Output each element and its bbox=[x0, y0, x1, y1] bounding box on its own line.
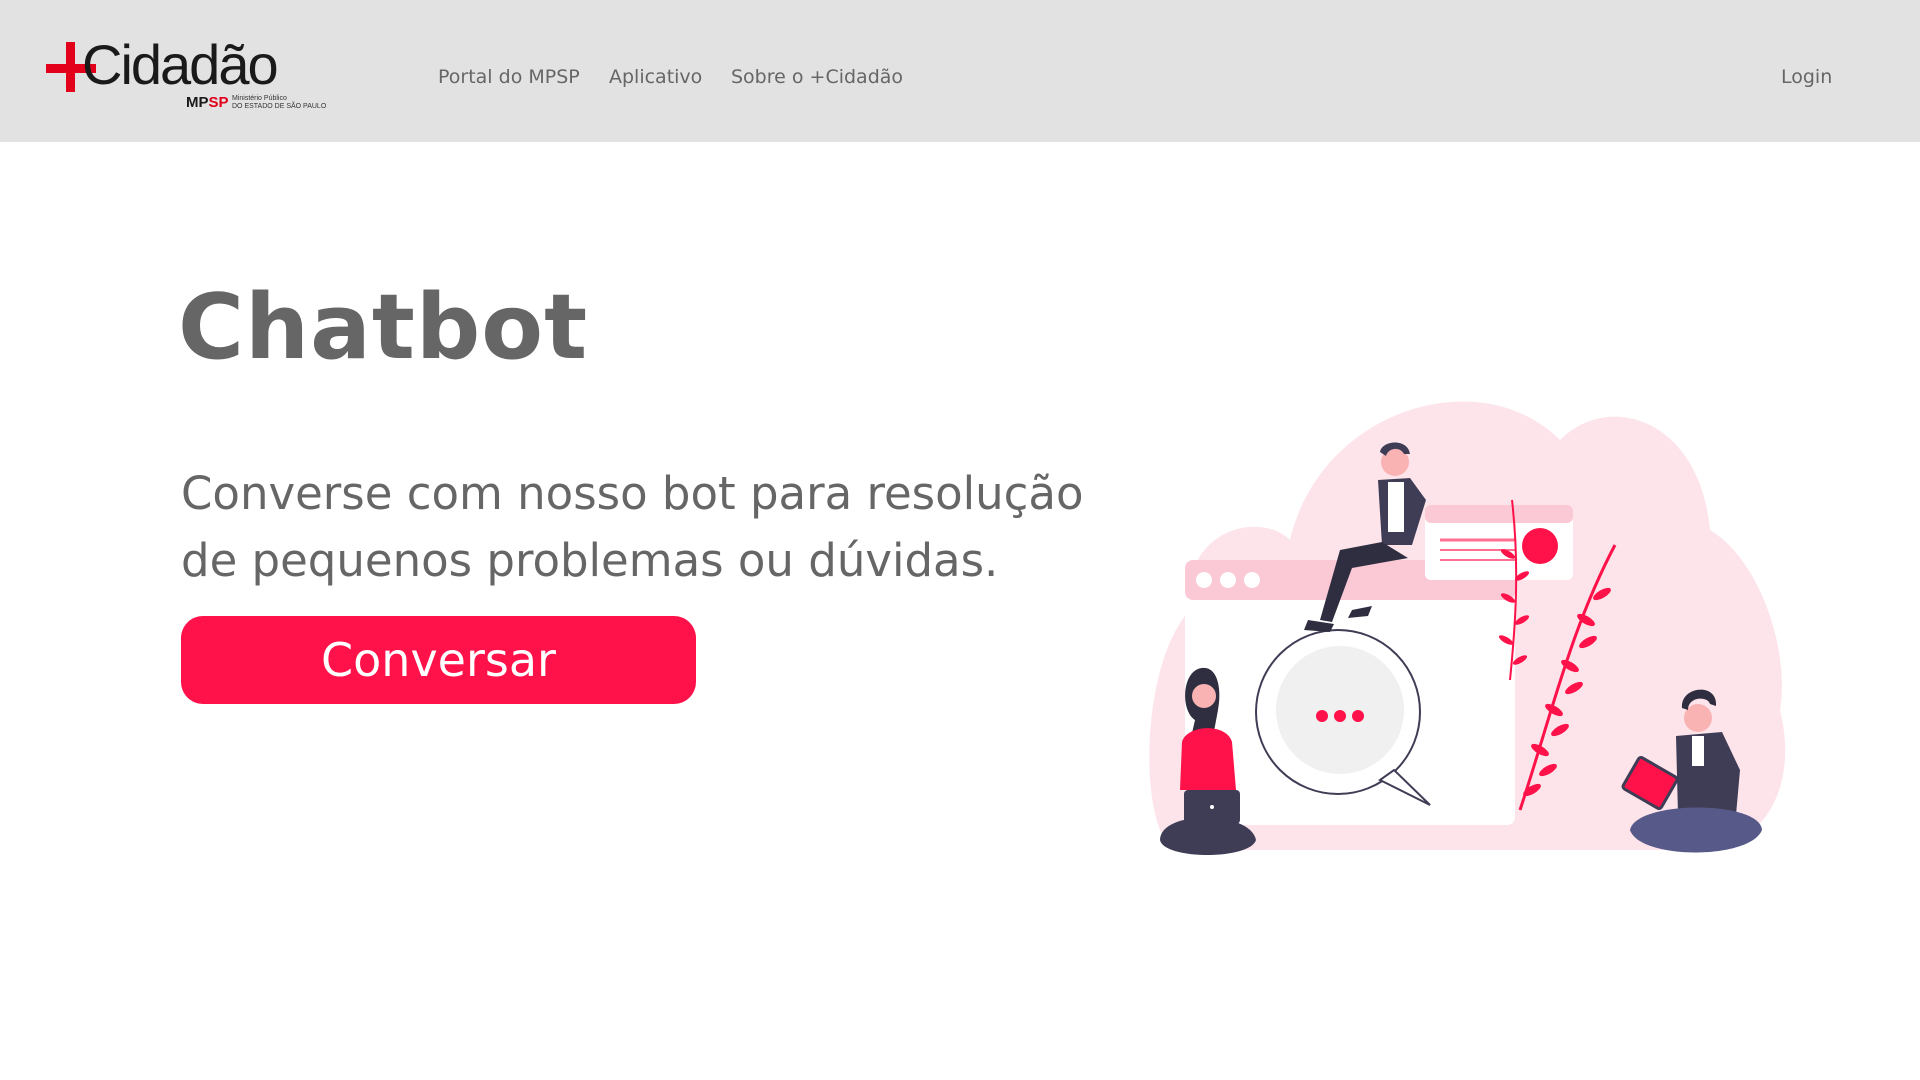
logo-subtitle: Ministério Público DO ESTADO DE SÃO PAUL… bbox=[232, 95, 326, 111]
cidadao-logo[interactable]: Cidadão MPSP Ministério Público DO ESTAD… bbox=[46, 33, 326, 118]
page-title: Chatbot bbox=[178, 275, 589, 380]
logo-mp: MP bbox=[186, 94, 209, 111]
logo-mpsp: MPSP bbox=[186, 94, 229, 111]
notification-card-icon bbox=[1425, 505, 1573, 580]
nav-link-portal-mpsp[interactable]: Portal do MPSP bbox=[438, 66, 580, 88]
logo-subtitle-line2: DO ESTADO DE SÃO PAULO bbox=[232, 103, 327, 110]
top-navigation-bar: Cidadão MPSP Ministério Público DO ESTAD… bbox=[0, 0, 1920, 142]
page-description: Converse com nosso bot para resolução de… bbox=[181, 467, 1084, 587]
logo-sp: SP bbox=[208, 94, 229, 111]
nav-link-aplicativo[interactable]: Aplicativo bbox=[609, 66, 702, 88]
nav-link-sobre[interactable]: Sobre o +Cidadão bbox=[731, 66, 903, 88]
conversar-button[interactable]: Conversar bbox=[181, 616, 696, 704]
logo-subtitle-line1: Ministério Público bbox=[232, 95, 287, 102]
logo-brand-text: Cidadão bbox=[82, 33, 279, 96]
chat-illustration bbox=[1149, 401, 1786, 855]
login-link[interactable]: Login bbox=[1781, 66, 1832, 88]
